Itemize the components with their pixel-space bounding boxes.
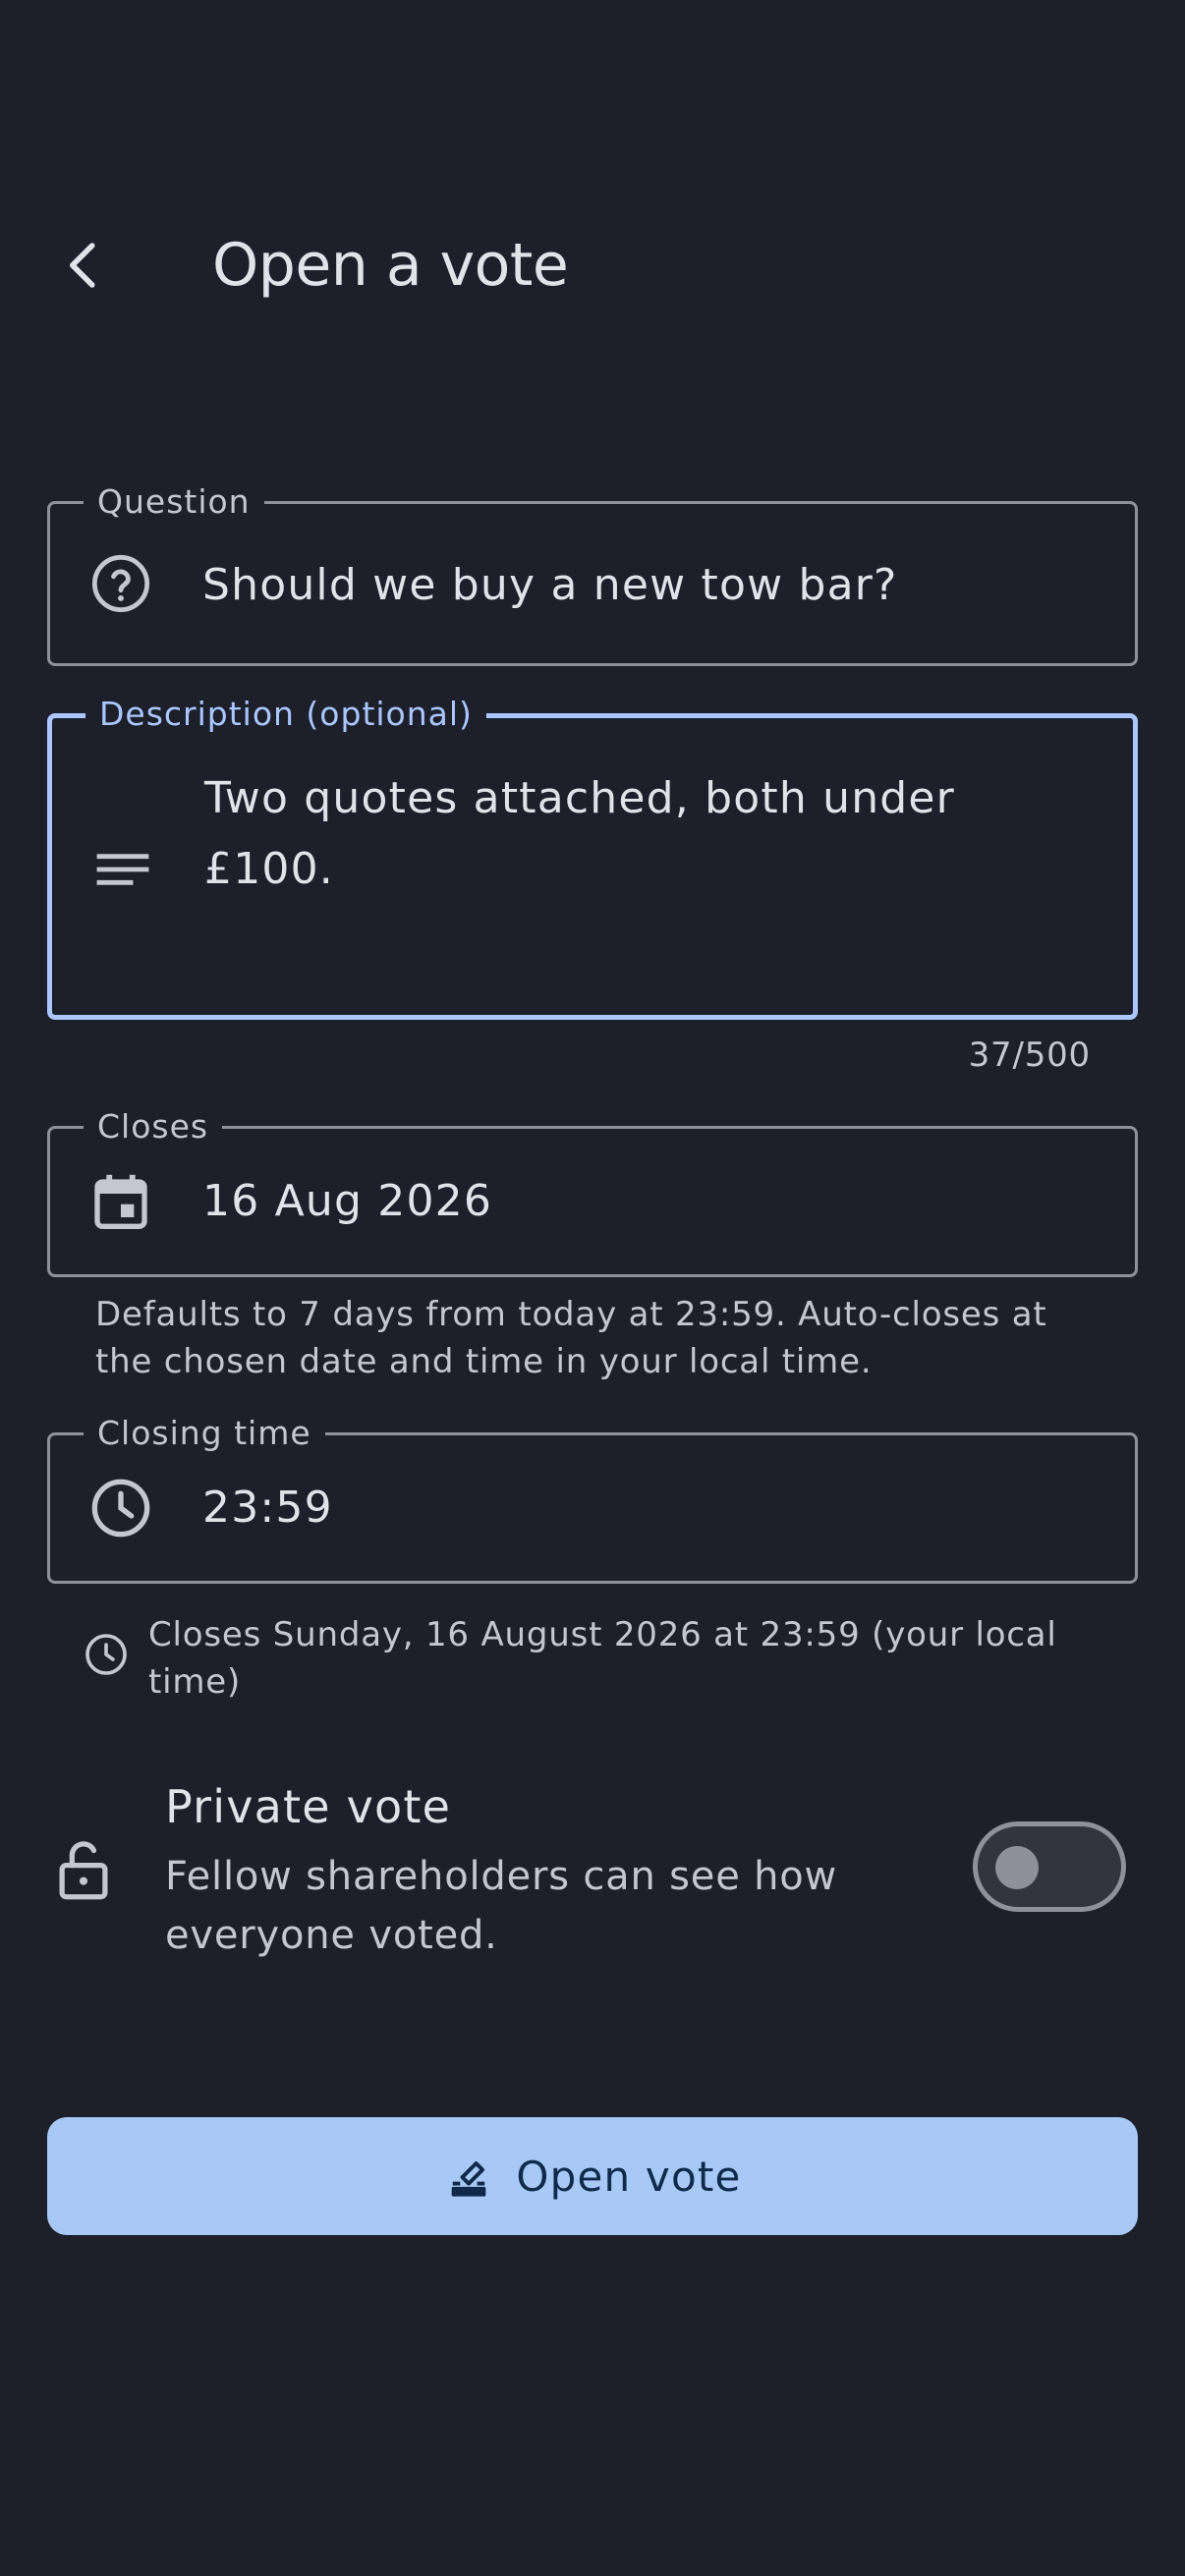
calendar-icon[interactable]	[89, 1170, 152, 1233]
back-button[interactable]	[39, 221, 128, 309]
closing-time-label: Closing time	[84, 1414, 325, 1453]
private-vote-row[interactable]: Private vote Fellow shareholders can see…	[0, 1768, 1185, 1985]
notes-icon	[91, 838, 154, 901]
closes-date-input[interactable]: 16 Aug 2026	[202, 1174, 1096, 1229]
open-vote-label: Open vote	[516, 2152, 742, 2201]
clock-icon	[85, 1634, 127, 1675]
closing-summary-text: Closes Sunday, 16 August 2026 at 23:59 (…	[148, 1615, 1057, 1702]
private-vote-subtitle: Fellow shareholders can see how everyone…	[165, 1854, 838, 1958]
question-field[interactable]: Question Should we buy a new tow bar?	[47, 482, 1138, 666]
description-input[interactable]: Two quotes attached, both under £100.	[204, 763, 1025, 905]
description-label: Description (optional)	[85, 695, 486, 734]
description-counter: 37/500	[968, 1036, 1091, 1075]
private-vote-title: Private vote	[165, 1780, 452, 1833]
page-title: Open a vote	[212, 231, 569, 300]
closes-helper-text: Defaults to 7 days from today at 23:59. …	[95, 1295, 1047, 1381]
closes-label: Closes	[84, 1107, 223, 1147]
closing-time-field[interactable]: Closing time 23:59	[47, 1414, 1138, 1584]
private-vote-toggle[interactable]	[973, 1821, 1126, 1912]
open-vote-button[interactable]: Open vote	[47, 2117, 1138, 2235]
top-app-bar: Open a vote	[0, 196, 1185, 334]
closes-date-field[interactable]: Closes 16 Aug 2026	[47, 1107, 1138, 1277]
clock-icon[interactable]	[89, 1477, 152, 1540]
ballot-icon	[443, 2151, 494, 2202]
question-input[interactable]: Should we buy a new tow bar?	[202, 558, 1096, 613]
lock-open-icon	[59, 1841, 108, 1900]
question-label: Question	[84, 482, 264, 522]
help-circle-icon	[89, 552, 152, 615]
chevron-left-icon	[70, 243, 95, 288]
toggle-knob	[995, 1846, 1039, 1889]
closing-time-input[interactable]: 23:59	[202, 1481, 1096, 1536]
description-field[interactable]: Description (optional) Two quotes attach…	[47, 695, 1138, 1020]
